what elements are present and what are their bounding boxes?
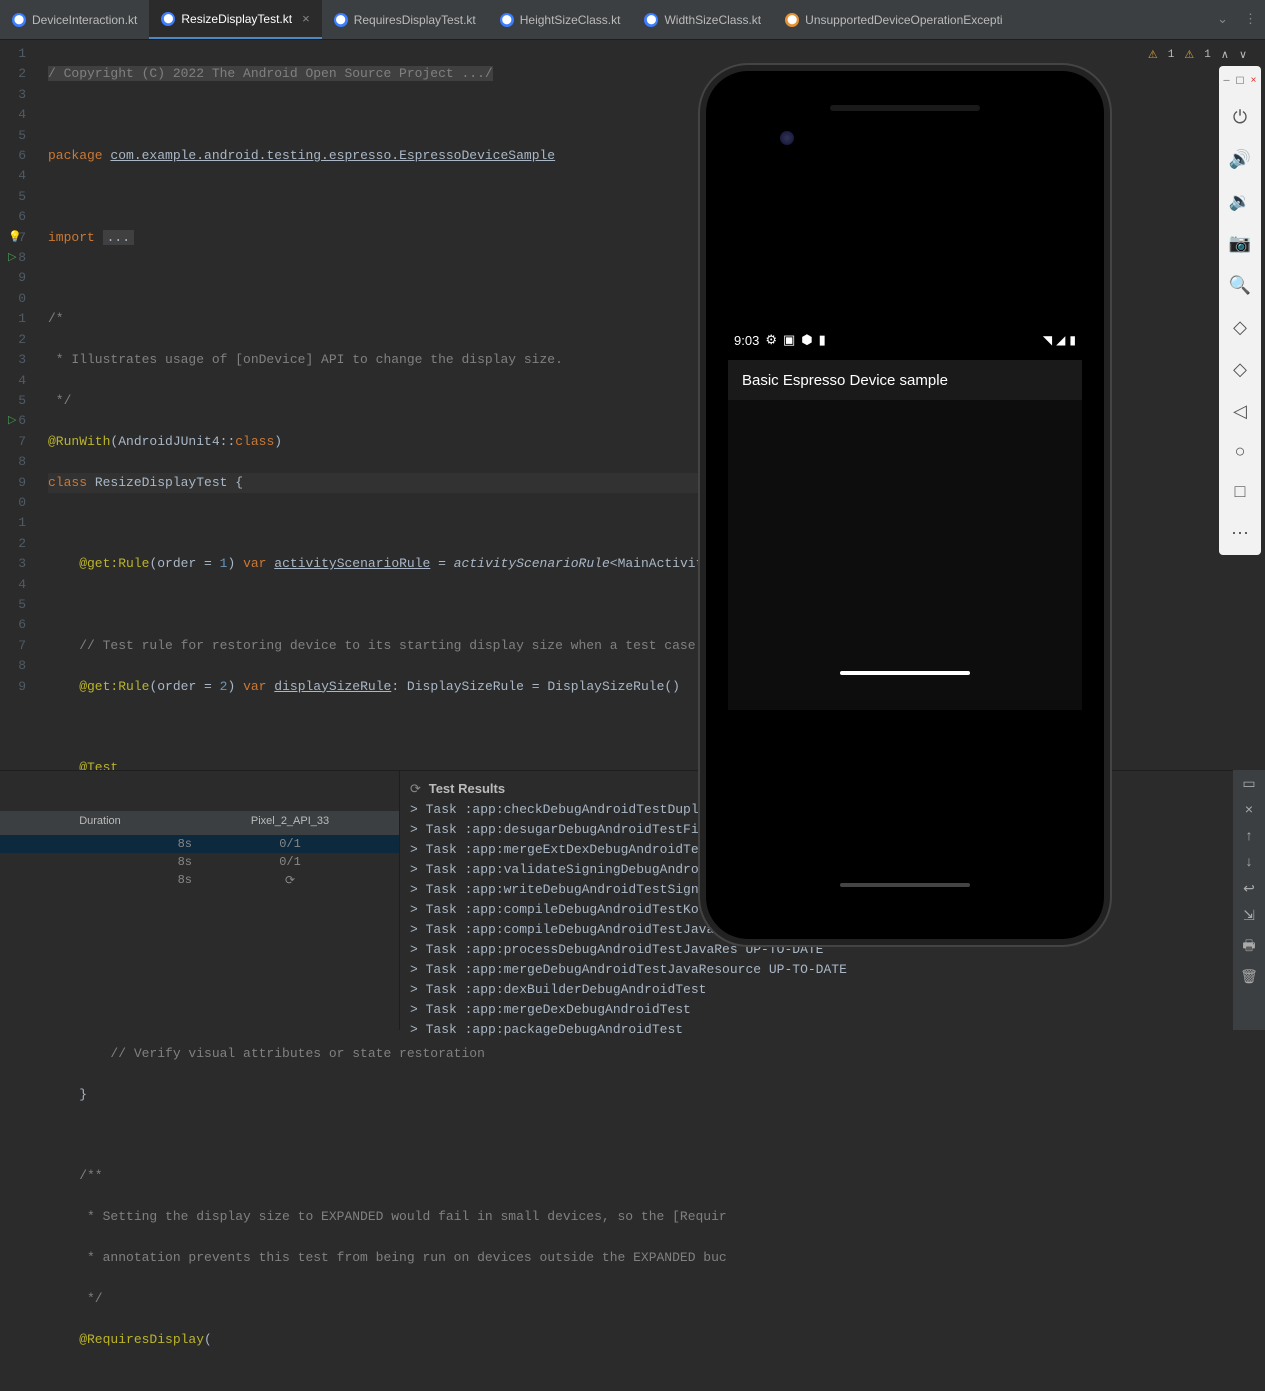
app-bar: Basic Espresso Device sample xyxy=(728,360,1082,400)
tab-unsupported-exception[interactable]: ⬤UnsupportedDeviceOperationExcepti xyxy=(773,0,1014,39)
test-row[interactable]: 8s0/1 xyxy=(0,835,399,853)
back-icon[interactable]: ◁ xyxy=(1233,401,1247,423)
signal-icon: ◢ xyxy=(1056,333,1065,347)
speaker xyxy=(830,105,980,111)
tab-requires-display-test[interactable]: ⬤RequiresDisplayTest.kt xyxy=(322,0,488,39)
console-toolbar: ▭ × ↑ ↓ ↩ ⇲ 🖶 🗑 xyxy=(1233,770,1265,1030)
test-row[interactable]: 8s0/1 xyxy=(0,853,399,871)
trash-icon[interactable]: 🗑 xyxy=(1240,969,1258,986)
power-icon[interactable]: ⏻ xyxy=(1233,108,1247,129)
rotate-right-icon[interactable]: ◇ xyxy=(1233,359,1247,381)
tab-resize-display-test[interactable]: ⬤ResizeDisplayTest.kt× xyxy=(149,0,321,39)
spinner-icon: ⟳ xyxy=(410,782,421,797)
nav-gesture-bar[interactable] xyxy=(840,671,970,675)
nav-bar-bottom xyxy=(840,883,970,887)
emulator-toolbar: — ☐ × ⏻ 🔊 🔉 📷 🔍 ◇ ◇ ◁ ○ □ ⋯ xyxy=(1219,66,1261,555)
camera xyxy=(780,131,794,145)
close-icon[interactable]: × xyxy=(302,11,310,26)
run-test-icon[interactable]: ▷ xyxy=(8,411,26,431)
more-icon[interactable]: ⋮ xyxy=(1236,12,1265,27)
down-icon[interactable]: ↓ xyxy=(1245,855,1253,871)
run-class-icon[interactable]: ▷ xyxy=(8,248,26,268)
notification-icon: ▮ xyxy=(819,332,826,348)
zoom-icon[interactable]: 🔍 xyxy=(1229,275,1251,297)
screenshot-icon[interactable]: 📷 xyxy=(1229,233,1251,255)
chevron-up-icon[interactable]: ∧ xyxy=(1221,48,1229,62)
warning-icon[interactable]: ⚠ xyxy=(1184,48,1194,62)
app-title: Basic Espresso Device sample xyxy=(742,372,948,389)
soft-wrap-icon[interactable]: ↩ xyxy=(1243,881,1255,898)
col-duration: Duration xyxy=(0,811,200,835)
minimize-icon[interactable]: — xyxy=(1224,76,1230,88)
editor-tabs: ⬤DeviceInteraction.kt ⬤ResizeDisplayTest… xyxy=(0,0,1265,40)
close-icon[interactable]: × xyxy=(1250,76,1256,88)
code-content[interactable]: / Copyright (C) 2022 The Android Open So… xyxy=(48,44,727,1391)
test-tree[interactable]: Duration Pixel_2_API_33 8s0/1 8s0/1 8s⟳ xyxy=(0,771,400,1030)
close-icon[interactable]: × xyxy=(1245,803,1253,819)
tab-width-size-class[interactable]: ⬤WidthSizeClass.kt xyxy=(632,0,773,39)
layout-icon[interactable]: ▭ xyxy=(1242,776,1255,793)
inspection-bar: ⚠1 ⚠1 ∧ ∨ xyxy=(1148,48,1247,62)
scroll-icon[interactable]: ⇲ xyxy=(1243,908,1255,925)
volume-up-icon[interactable]: 🔊 xyxy=(1229,149,1251,171)
col-device: Pixel_2_API_33 xyxy=(200,811,380,835)
bulb-icon[interactable]: 💡 xyxy=(8,228,26,248)
rotate-left-icon[interactable]: ◇ xyxy=(1233,317,1247,339)
clock: 9:03 xyxy=(734,333,759,348)
chevron-down-icon[interactable]: ⌄ xyxy=(1209,12,1236,27)
print-icon[interactable]: 🖶 xyxy=(1242,935,1255,959)
more-icon[interactable]: ⋯ xyxy=(1231,523,1249,545)
app-content[interactable] xyxy=(728,400,1082,710)
shield-icon: ⬢ xyxy=(801,332,812,348)
debug-icon: ▣ xyxy=(783,332,795,348)
warning-icon[interactable]: ⚠ xyxy=(1148,48,1158,62)
test-row[interactable]: 8s⟳ xyxy=(0,871,399,889)
up-icon[interactable]: ↑ xyxy=(1245,829,1253,845)
gutter-icons: 💡 ▷ ▷ xyxy=(8,44,26,432)
home-icon[interactable]: ○ xyxy=(1235,443,1246,463)
window-icon[interactable]: ☐ xyxy=(1236,76,1245,88)
emulator-device[interactable]: 9:03 ⚙ ▣ ⬢ ▮ ◥ ◢ ▮ Basic Espresso Device… xyxy=(700,65,1110,945)
wifi-icon: ◥ xyxy=(1043,333,1052,347)
tab-height-size-class[interactable]: ⬤HeightSizeClass.kt xyxy=(488,0,633,39)
settings-icon: ⚙ xyxy=(765,332,777,348)
status-bar: 9:03 ⚙ ▣ ⬢ ▮ ◥ ◢ ▮ xyxy=(734,332,1076,348)
chevron-down-icon[interactable]: ∨ xyxy=(1239,48,1247,62)
battery-icon: ▮ xyxy=(1069,333,1076,347)
tab-device-interaction[interactable]: ⬤DeviceInteraction.kt xyxy=(0,0,149,39)
volume-down-icon[interactable]: 🔉 xyxy=(1229,191,1251,213)
overview-icon[interactable]: □ xyxy=(1235,483,1246,503)
